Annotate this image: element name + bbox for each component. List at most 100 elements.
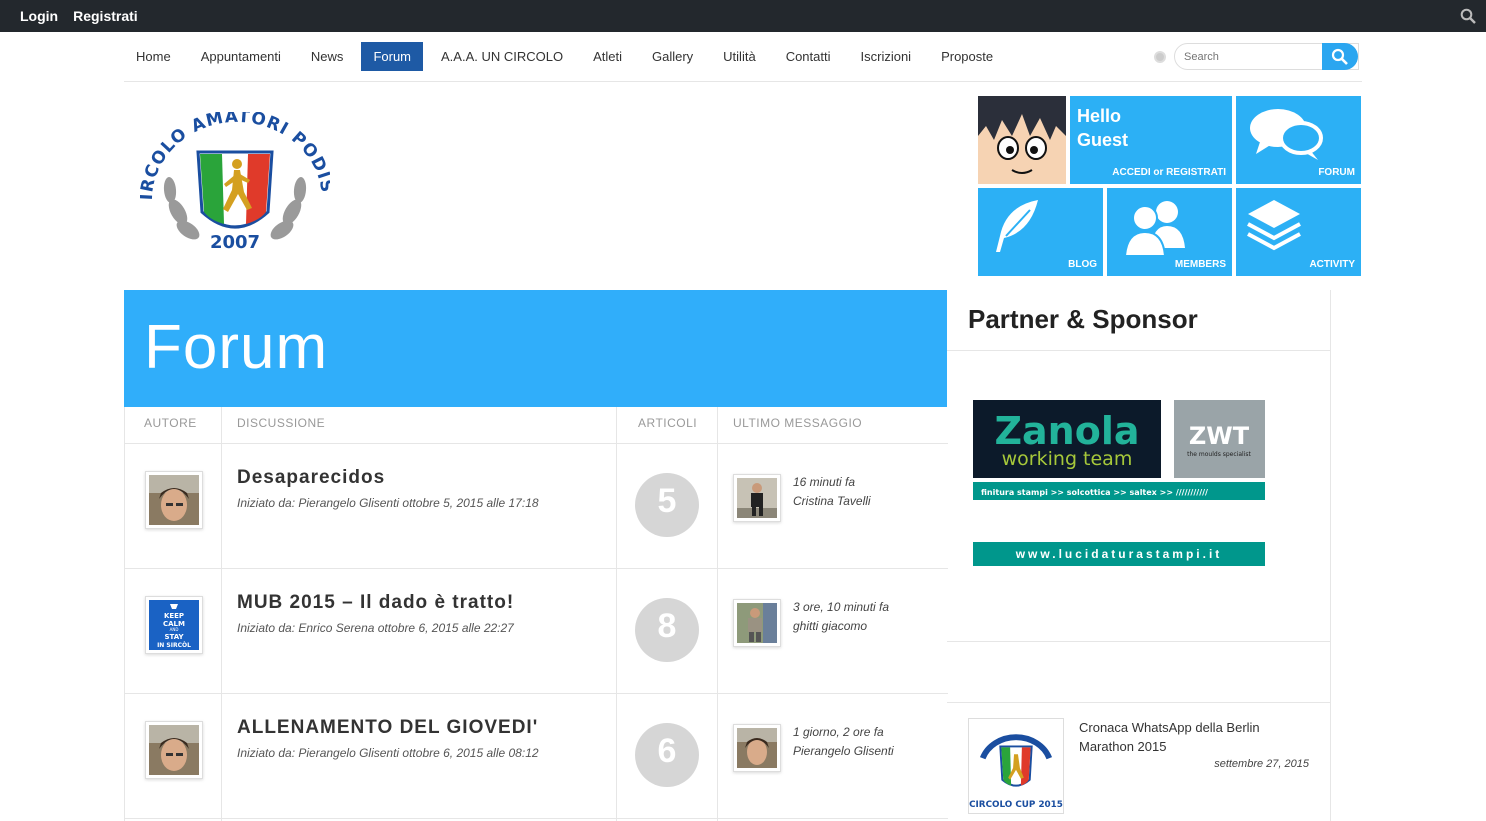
members-tile-label: MEMBERS: [1174, 259, 1226, 270]
last-poster-avatar[interactable]: [733, 724, 781, 772]
feather-icon: [996, 200, 1038, 252]
site-logo[interactable]: CIRCOLO AMATORI PODISTI 2007: [140, 112, 330, 257]
logo-year: 2007: [210, 232, 260, 253]
nav-item-iscrizioni[interactable]: Iscrizioni: [849, 42, 924, 71]
nav-item-home[interactable]: Home: [124, 42, 183, 71]
table-row: Desaparecidos Iniziato da: Pierangelo Gl…: [125, 444, 948, 569]
avatar-photo: [737, 603, 777, 643]
blog-tile[interactable]: BLOG: [978, 188, 1103, 276]
hello-line-2: Guest: [1077, 130, 1129, 150]
forum-tile-label: FORUM: [1318, 167, 1355, 178]
nav-item-gallery[interactable]: Gallery: [640, 42, 705, 71]
sponsor-mark-sub: the moulds specialist: [1187, 451, 1251, 458]
nav-item-atleti[interactable]: Atleti: [581, 42, 634, 71]
last-message-time[interactable]: 16 minuti fa: [793, 475, 855, 489]
post-title-link[interactable]: Cronaca WhatsApp della Berlin Marathon 2…: [1079, 718, 1299, 756]
col-last-message: ULTIMO MESSAGGIO: [733, 416, 863, 430]
post-thumbnail[interactable]: CIRCOLO CUP 2015: [968, 718, 1064, 814]
author-avatar[interactable]: [145, 721, 203, 779]
divider: [947, 641, 1331, 642]
chat-bubbles-icon: [1250, 109, 1323, 160]
blog-tile-label: BLOG: [1068, 259, 1097, 270]
post-count-badge: 6: [635, 723, 699, 787]
post-date: settembre 27, 2015: [1214, 758, 1309, 770]
nav-menu: Home Appuntamenti News Forum A.A.A. UN C…: [124, 42, 1011, 71]
nav-item-utilita[interactable]: Utilità: [711, 42, 768, 71]
search-input[interactable]: [1184, 44, 1324, 69]
login-register-link[interactable]: ACCEDI or REGISTRATI: [1112, 167, 1226, 178]
topic-title-link[interactable]: ALLENAMENTO DEL GIOVEDI': [237, 717, 538, 739]
hello-line-1: Hello: [1077, 106, 1122, 126]
avatar-photo: [149, 725, 199, 775]
author-avatar[interactable]: [145, 471, 203, 529]
guest-avatar-tile[interactable]: [978, 96, 1066, 184]
sponsor-mark: ZWT: [1189, 422, 1250, 450]
hello-guest: Hello Guest: [1077, 104, 1128, 152]
col-posts: ARTICOLI: [638, 416, 698, 430]
activity-tile-label: ACTIVITY: [1309, 259, 1355, 270]
last-message-user[interactable]: Pierangelo Glisenti: [793, 744, 894, 758]
keep-calm-line: KEEP: [164, 612, 184, 620]
layers-icon: [1247, 200, 1301, 251]
search-button[interactable]: [1322, 43, 1358, 70]
topic-title-link[interactable]: Desaparecidos: [237, 467, 385, 489]
col-topic: DISCUSSIONE: [237, 416, 326, 430]
last-message-user[interactable]: Cristina Tavelli: [793, 494, 871, 508]
keep-calm-line: STAY: [164, 633, 184, 641]
last-message-time[interactable]: 1 giorno, 2 ore fa: [793, 725, 884, 739]
sidebar-title: Partner & Sponsor: [968, 304, 1198, 334]
nav-item-news[interactable]: News: [299, 42, 356, 71]
table-row: KEEP CALM AND STAY IN SIRCÒL MUB 2015 – …: [125, 569, 948, 694]
guest-avatar: [978, 96, 1066, 184]
author-avatar[interactable]: KEEP CALM AND STAY IN SIRCÒL: [145, 596, 203, 654]
col-author: AUTORE: [144, 416, 197, 430]
sponsor-sub: working team: [1002, 448, 1133, 470]
last-message-time[interactable]: 3 ore, 10 minuti fa: [793, 600, 889, 614]
nav-item-forum[interactable]: Forum: [361, 42, 423, 71]
register-link[interactable]: Registrati: [73, 8, 138, 24]
sponsor-strip: finitura stampi >> solcottica >> saltex …: [981, 488, 1208, 497]
avatar-photo: [149, 475, 199, 525]
divider: [947, 702, 1331, 703]
main-nav: Home Appuntamenti News Forum A.A.A. UN C…: [124, 32, 1362, 82]
thumb-caption: CIRCOLO CUP 2015: [969, 800, 1063, 810]
topic-title-link[interactable]: MUB 2015 – Il dado è tratto!: [237, 592, 514, 614]
search-icon[interactable]: [1460, 8, 1476, 24]
hello-guest-tile[interactable]: Hello Guest ACCEDI or REGISTRATI: [1070, 96, 1232, 184]
page-title: Forum: [144, 313, 329, 382]
members-icon: [1123, 201, 1185, 256]
nav-item-appuntamenti[interactable]: Appuntamenti: [189, 42, 293, 71]
divider: [947, 350, 1331, 351]
forum-topics-table: AUTORE DISCUSSIONE ARTICOLI ULTIMO MESSA…: [124, 407, 948, 821]
keep-calm-line: IN SIRCÒL: [157, 642, 191, 649]
forum-tile[interactable]: FORUM: [1236, 96, 1361, 184]
login-link[interactable]: Login: [20, 8, 58, 24]
last-poster-avatar[interactable]: [733, 474, 781, 522]
activity-tile[interactable]: ACTIVITY: [1236, 188, 1361, 276]
keep-calm-avatar: KEEP CALM AND STAY IN SIRCÒL: [149, 600, 199, 650]
avatar-photo: [737, 478, 777, 518]
topic-started-by: Iniziato da: Pierangelo Glisenti ottobre…: [237, 496, 539, 510]
post-count-badge: 8: [635, 598, 699, 662]
table-header: AUTORE DISCUSSIONE ARTICOLI ULTIMO MESSA…: [125, 407, 948, 444]
topic-started-by: Iniziato da: Pierangelo Glisenti ottobre…: [237, 746, 539, 760]
sponsor-url-link[interactable]: www.lucidaturastampi.it: [973, 542, 1265, 566]
rss-icon[interactable]: [1154, 51, 1166, 63]
last-poster-avatar[interactable]: [733, 599, 781, 647]
search-icon: [1331, 48, 1348, 65]
sponsor-banner[interactable]: Zanola working team ZWT the moulds speci…: [973, 400, 1265, 502]
post-count-badge: 5: [635, 473, 699, 537]
avatar-photo: [737, 728, 777, 768]
keep-calm-line: AND: [170, 627, 179, 632]
members-tile[interactable]: MEMBERS: [1107, 188, 1232, 276]
nav-item-circolo[interactable]: A.A.A. UN CIRCOLO: [429, 42, 575, 71]
topic-started-by: Iniziato da: Enrico Serena ottobre 6, 20…: [237, 621, 514, 635]
table-row: ALLENAMENTO DEL GIOVEDI' Iniziato da: Pi…: [125, 694, 948, 819]
nav-item-contatti[interactable]: Contatti: [774, 42, 843, 71]
nav-item-proposte[interactable]: Proposte: [929, 42, 1005, 71]
forum-banner: Forum: [124, 290, 947, 407]
sponsor-name: Zanola: [994, 409, 1139, 453]
last-message-user[interactable]: ghitti giacomo: [793, 619, 867, 633]
sidebar: Partner & Sponsor Zanola working team ZW…: [947, 290, 1331, 821]
admin-bar: Login Registrati: [0, 0, 1486, 32]
